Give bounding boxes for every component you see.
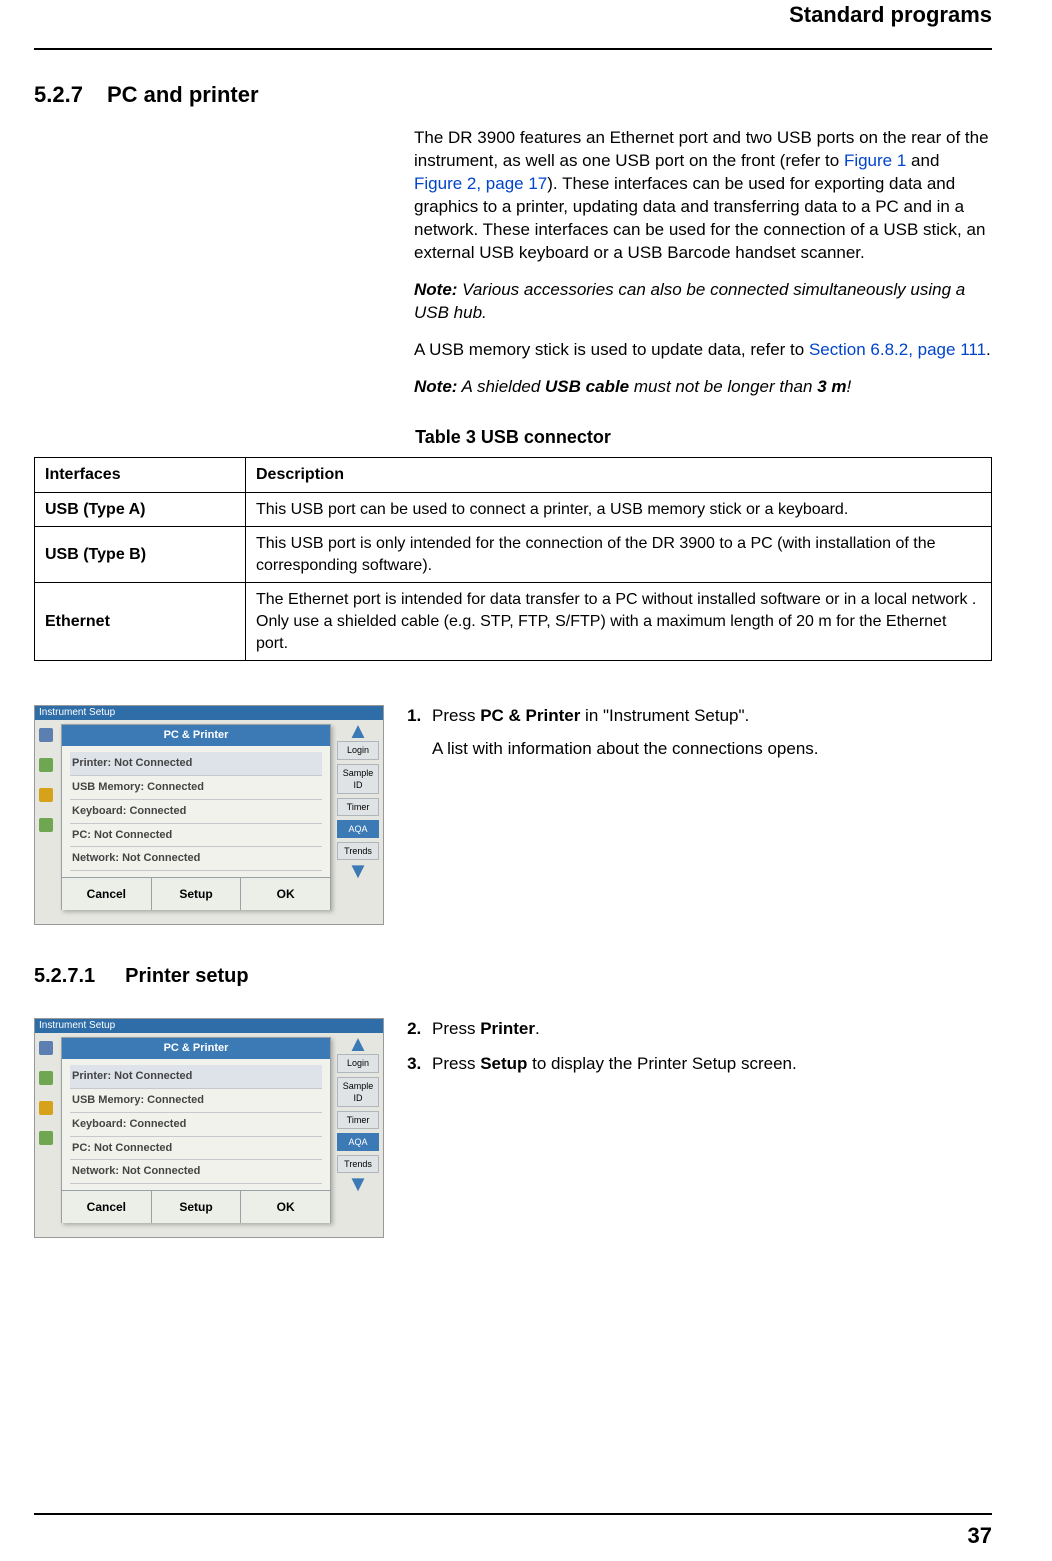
iface-usb-b: USB (Type B) [35,527,246,583]
top-rule [34,48,992,50]
window-title: Instrument Setup [35,706,383,720]
scroll-up-icon[interactable]: ▲ [337,724,379,737]
body-column: The DR 3900 features an Ethernet port an… [414,127,992,398]
table-row: USB (Type A) This USB port can be used t… [35,492,992,527]
list-item[interactable]: Printer: Not Connected [70,1065,322,1089]
dialog-buttons: Cancel Setup OK [62,877,330,910]
list-item[interactable]: Keyboard: Connected [70,1113,322,1137]
page: Standard programs 5.2.7 PC and printer T… [0,0,1052,1561]
connection-list: Printer: Not Connected USB Memory: Conne… [62,1059,330,1190]
screenshot-pc-printer-2: Instrument Setup PC & Printer Printer: N… [34,1018,384,1238]
list-item[interactable]: USB Memory: Connected [70,776,322,800]
dialog-buttons: Cancel Setup OK [62,1190,330,1223]
sidebar-icon [39,788,53,802]
usb-connector-table: Interfaces Description USB (Type A) This… [34,457,992,661]
login-button[interactable]: Login [337,1054,379,1072]
step23-block: Press Printer. Press Setup to display th… [408,1018,992,1088]
table-header-description: Description [246,458,992,493]
usb-stick-paragraph: A USB memory stick is used to update dat… [414,339,992,362]
setup-button[interactable]: Setup [152,1191,242,1223]
sidebar-icon [39,758,53,772]
step-3: Press Setup to display the Printer Setup… [426,1053,992,1076]
screenshot-sidebar [35,720,57,924]
sidebar-icon [39,1071,53,1085]
list-item[interactable]: USB Memory: Connected [70,1089,322,1113]
iface-ethernet: Ethernet [35,583,246,661]
page-number: 37 [968,1521,992,1551]
iface-usb-a: USB (Type A) [35,492,246,527]
step-1: Press PC & Printer in "Instrument Setup"… [426,705,992,761]
aqa-button[interactable]: AQA [337,1133,379,1151]
setup-button[interactable]: Setup [152,878,242,910]
desc-usb-a: This USB port can be used to connect a p… [246,492,992,527]
intro-paragraph: The DR 3900 features an Ethernet port an… [414,127,992,265]
running-head: Standard programs [34,0,992,34]
ok-button[interactable]: OK [241,1191,330,1223]
sidebar-icon [39,728,53,742]
figure2-link[interactable]: Figure 2, page 17 [414,174,547,193]
scroll-up-icon[interactable]: ▲ [337,1037,379,1050]
sidebar-icon [39,1041,53,1055]
figure1-link[interactable]: Figure 1 [844,151,906,170]
login-button[interactable]: Login [337,741,379,759]
screenshot-sidebar [35,1033,57,1237]
sampleid-button[interactable]: Sample ID [337,764,379,794]
sidebar-icon [39,818,53,832]
connection-list: Printer: Not Connected USB Memory: Conne… [62,746,330,877]
timer-button[interactable]: Timer [337,798,379,816]
step1-block: Press PC & Printer in "Instrument Setup"… [408,705,992,773]
sidebar-icon [39,1131,53,1145]
window-title: Instrument Setup [35,1019,383,1033]
bottom-rule [34,1513,992,1515]
sampleid-button[interactable]: Sample ID [337,1077,379,1107]
timer-button[interactable]: Timer [337,1111,379,1129]
subsection-title: Printer setup [125,963,248,990]
section682-link[interactable]: Section 6.8.2, page 111 [809,340,986,359]
list-item[interactable]: PC: Not Connected [70,824,322,848]
figure-step23-row: Instrument Setup PC & Printer Printer: N… [34,1018,992,1238]
screenshot-pc-printer-1: Instrument Setup PC & Printer Printer: N… [34,705,384,925]
cancel-button[interactable]: Cancel [62,1191,152,1223]
table-row: USB (Type B) This USB port is only inten… [35,527,992,583]
dialog-title: PC & Printer [62,725,330,746]
desc-ethernet: The Ethernet port is intended for data t… [246,583,992,661]
figure-step1-row: Instrument Setup PC & Printer Printer: N… [34,705,992,925]
cancel-button[interactable]: Cancel [62,878,152,910]
screenshot-rightbar: ▲ Login Sample ID Timer AQA Trends ▼ [337,724,379,916]
section-number: 5.2.7 [34,80,83,110]
subsection-heading: 5.2.7.1 Printer setup [34,963,992,990]
section-heading: 5.2.7 PC and printer [34,80,992,110]
step-1-sub: A list with information about the connec… [432,738,992,761]
dialog-title: PC & Printer [62,1038,330,1059]
pc-printer-dialog: PC & Printer Printer: Not Connected USB … [61,724,331,910]
list-item[interactable]: Network: Not Connected [70,1160,322,1184]
scroll-down-icon[interactable]: ▼ [337,1177,379,1190]
scroll-down-icon[interactable]: ▼ [337,864,379,877]
desc-usb-b: This USB port is only intended for the c… [246,527,992,583]
ok-button[interactable]: OK [241,878,330,910]
list-item[interactable]: PC: Not Connected [70,1137,322,1161]
step-2: Press Printer. [426,1018,992,1041]
subsection-number: 5.2.7.1 [34,963,95,990]
table-row: Ethernet The Ethernet port is intended f… [35,583,992,661]
list-item[interactable]: Printer: Not Connected [70,752,322,776]
list-item[interactable]: Keyboard: Connected [70,800,322,824]
aqa-button[interactable]: AQA [337,820,379,838]
table-header-interfaces: Interfaces [35,458,246,493]
note-usb-hub: Note: Various accessories can also be co… [414,279,992,325]
screenshot-rightbar: ▲ Login Sample ID Timer AQA Trends ▼ [337,1037,379,1229]
note-cable-length: Note: A shielded USB cable must not be l… [414,376,992,399]
pc-printer-dialog: PC & Printer Printer: Not Connected USB … [61,1037,331,1223]
table-caption: Table 3 USB connector [34,425,992,449]
section-title: PC and printer [107,80,259,110]
list-item[interactable]: Network: Not Connected [70,847,322,871]
sidebar-icon [39,1101,53,1115]
